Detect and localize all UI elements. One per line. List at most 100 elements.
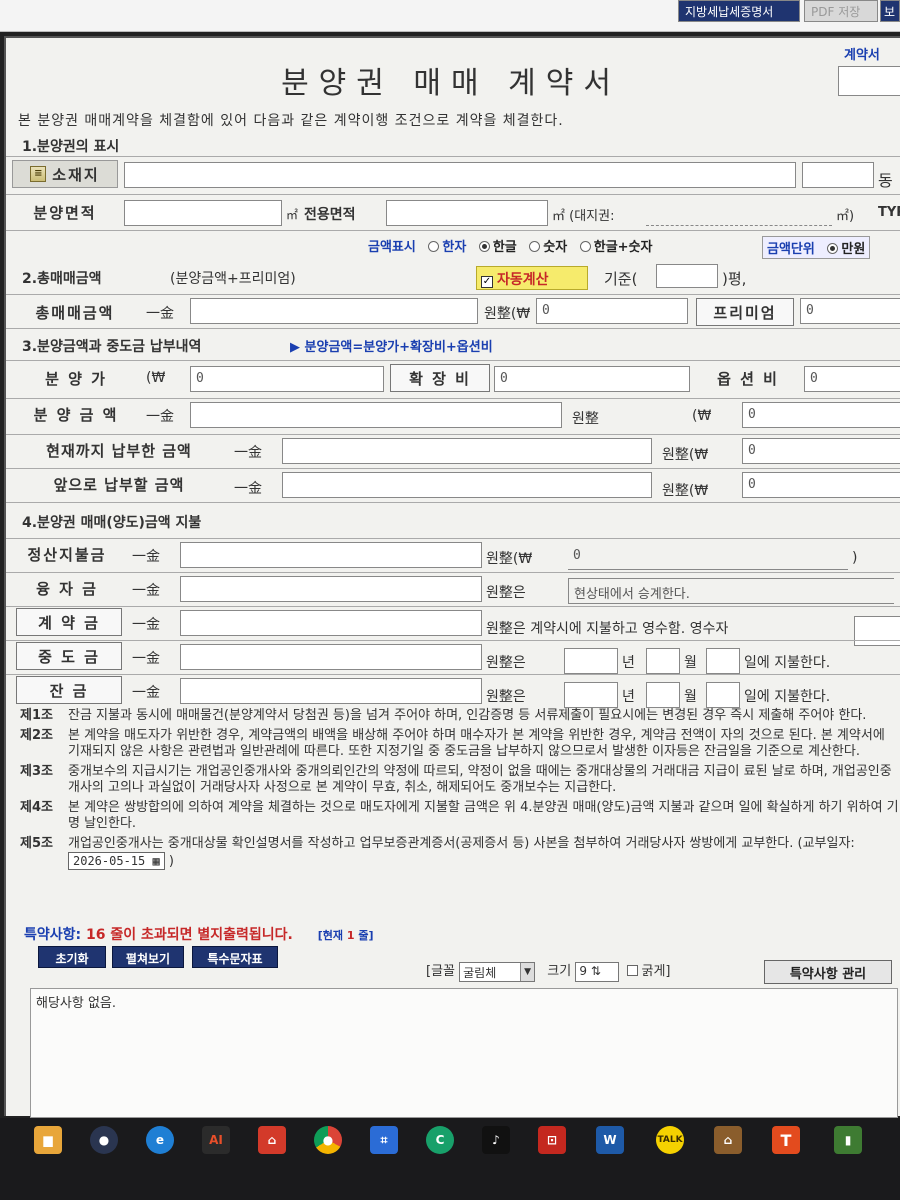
edge-icon[interactable]: e	[146, 1126, 174, 1154]
special-terms-manage-button[interactable]: 특약사항 관리	[764, 960, 892, 984]
delivery-date-input[interactable]: 2026-05-15 ▦	[68, 852, 165, 870]
sale-amount-won-input[interactable]: 0	[742, 402, 900, 428]
month-label: 월	[684, 655, 697, 671]
year-label: 년	[622, 689, 635, 705]
total-amount-input[interactable]	[190, 298, 478, 324]
right-edge-button[interactable]: 보	[880, 0, 900, 22]
deposit-amount-input[interactable]	[180, 610, 482, 636]
tax-certificate-button[interactable]: 지방세납세증명서	[678, 0, 800, 22]
exclusive-area-label: 전용면적	[304, 207, 356, 223]
radio-hangul-number[interactable]	[579, 241, 591, 252]
balance-month-input[interactable]	[646, 682, 680, 708]
receiver-input[interactable]	[854, 616, 900, 646]
intro-text: 본 분양권 매매계약을 체결함에 있어 다음과 같은 계약이행 조건으로 계약을…	[18, 113, 564, 129]
option-hanja[interactable]: 한자	[442, 240, 466, 255]
balance-day-input[interactable]	[706, 682, 740, 708]
divider	[6, 328, 900, 329]
word-icon[interactable]: W	[596, 1126, 624, 1154]
won-paren: 원整(₩	[662, 447, 709, 463]
option-cost-input[interactable]: 0	[804, 366, 900, 392]
paid-amount-input[interactable]	[282, 438, 652, 464]
special-char-button[interactable]: 특수문자표	[192, 946, 278, 968]
won-text: 원整	[572, 411, 599, 427]
extension-cost-input[interactable]: 0	[494, 366, 690, 392]
document-icon: ≡	[30, 166, 47, 182]
due-won-input[interactable]: 0	[742, 472, 900, 498]
font-select[interactable]: 굴림체 ▼	[459, 961, 536, 982]
option-cost-label: 옵 션 비	[717, 369, 779, 388]
balance-amount-input[interactable]	[180, 678, 482, 704]
pay-text: 일에 지불한다.	[744, 655, 831, 671]
reset-button[interactable]: 초기화	[38, 946, 106, 968]
ilgeum-text: 一金	[132, 549, 160, 565]
middle-day-input[interactable]	[706, 648, 740, 674]
settlement-won-input[interactable]: 0	[568, 544, 848, 570]
due-amount-input[interactable]	[282, 472, 652, 498]
balance-year-input[interactable]	[564, 682, 618, 708]
ai-icon[interactable]: AI	[202, 1126, 230, 1154]
middle-year-input[interactable]	[564, 648, 618, 674]
media-icon[interactable]: ♪	[482, 1126, 510, 1154]
divider	[6, 606, 900, 607]
red-app-icon[interactable]: ⊡	[538, 1126, 566, 1154]
dong-input[interactable]	[802, 162, 874, 188]
house-icon[interactable]: ⌂	[714, 1126, 742, 1154]
chevron-down-icon[interactable]: ▼	[520, 962, 535, 981]
article-number: 제1조	[20, 708, 53, 723]
deposit-label-button[interactable]: 계 약 금	[16, 608, 122, 636]
chrome-icon[interactable]: ●	[314, 1126, 342, 1154]
calendar-icon[interactable]: ▦	[152, 854, 159, 868]
land-share-input[interactable]	[646, 200, 832, 226]
auto-calc-checkbox[interactable]: ✓ 자동계산	[476, 266, 588, 290]
green-app-icon[interactable]: C	[426, 1126, 454, 1154]
option-number[interactable]: 숫자	[543, 240, 567, 255]
loan-amount-input[interactable]	[180, 576, 482, 602]
middle-payment-input[interactable]	[180, 644, 482, 670]
paid-won-input[interactable]: 0	[742, 438, 900, 464]
stepper-arrows-icon[interactable]: ⇅	[591, 964, 601, 978]
kakao-icon[interactable]: TALK	[656, 1126, 684, 1154]
expand-button[interactable]: 펼쳐보기	[112, 946, 184, 968]
radio-number[interactable]	[529, 241, 541, 252]
radio-manwon[interactable]	[827, 243, 839, 254]
pdf-save-button[interactable]: PDF 저장	[804, 0, 878, 22]
due-amount-label: 앞으로 납부할 금액	[53, 475, 185, 494]
premium-input[interactable]: 0	[800, 298, 900, 324]
basis-pyeong-input[interactable]	[656, 264, 718, 288]
loan-handling-input[interactable]: 현상태에서 승계한다.	[568, 578, 894, 604]
article-text: 잔금 지불과 동시에 매매물건(분양계약서 당첨권 등)을 넘겨 주어야 하며,…	[68, 708, 867, 723]
explorer-icon[interactable]: ▆	[34, 1126, 62, 1154]
area-input[interactable]	[124, 200, 282, 226]
home-icon[interactable]: ⌂	[258, 1126, 286, 1154]
article: 제4조 본 계약은 쌍방합의에 의하여 계약을 체결하는 것으로 매도자에게 지불…	[20, 800, 900, 832]
section-1-heading: 1.분양권의 표시	[22, 139, 120, 155]
t-app-icon[interactable]: T	[772, 1126, 800, 1154]
exclusive-area-input[interactable]	[386, 200, 548, 226]
location-label-button[interactable]: ≡ 소재지	[12, 160, 118, 188]
total-won-input[interactable]: 0	[536, 298, 688, 324]
crop-icon[interactable]: ⌗	[370, 1126, 398, 1154]
sale-price-input[interactable]: 0	[190, 366, 384, 392]
sale-amount-label: 분 양 금 액	[33, 405, 119, 424]
current-lines-suffix: 줄]	[358, 929, 374, 942]
green-app2-icon[interactable]: ▮	[834, 1126, 862, 1154]
option-manwon[interactable]: 만원	[841, 242, 865, 257]
middle-month-input[interactable]	[646, 648, 680, 674]
browser-icon[interactable]: ●	[90, 1126, 118, 1154]
size-stepper[interactable]: 9 ⇅	[575, 961, 620, 982]
radio-hangul[interactable]	[478, 241, 490, 252]
delivery-date-label: (교부일자:	[797, 836, 855, 851]
middle-payment-label-button[interactable]: 중 도 금	[16, 642, 122, 670]
location-input[interactable]	[124, 162, 796, 188]
divider	[6, 674, 900, 675]
special-terms-textarea[interactable]: 해당사항 없음.	[30, 988, 898, 1118]
sale-amount-input[interactable]	[190, 402, 562, 428]
option-hangul[interactable]: 한글	[493, 240, 517, 255]
won-paren: 원整(₩	[486, 551, 533, 567]
amount-display-group: 금액표시 한자 한글 숫자 한글+숫자	[368, 236, 652, 255]
size-label: 크기	[547, 964, 572, 979]
settlement-amount-input[interactable]	[180, 542, 482, 568]
bold-checkbox[interactable]	[627, 965, 639, 976]
radio-hanja[interactable]	[428, 241, 440, 252]
option-hangul-number[interactable]: 한글+숫자	[594, 240, 653, 255]
